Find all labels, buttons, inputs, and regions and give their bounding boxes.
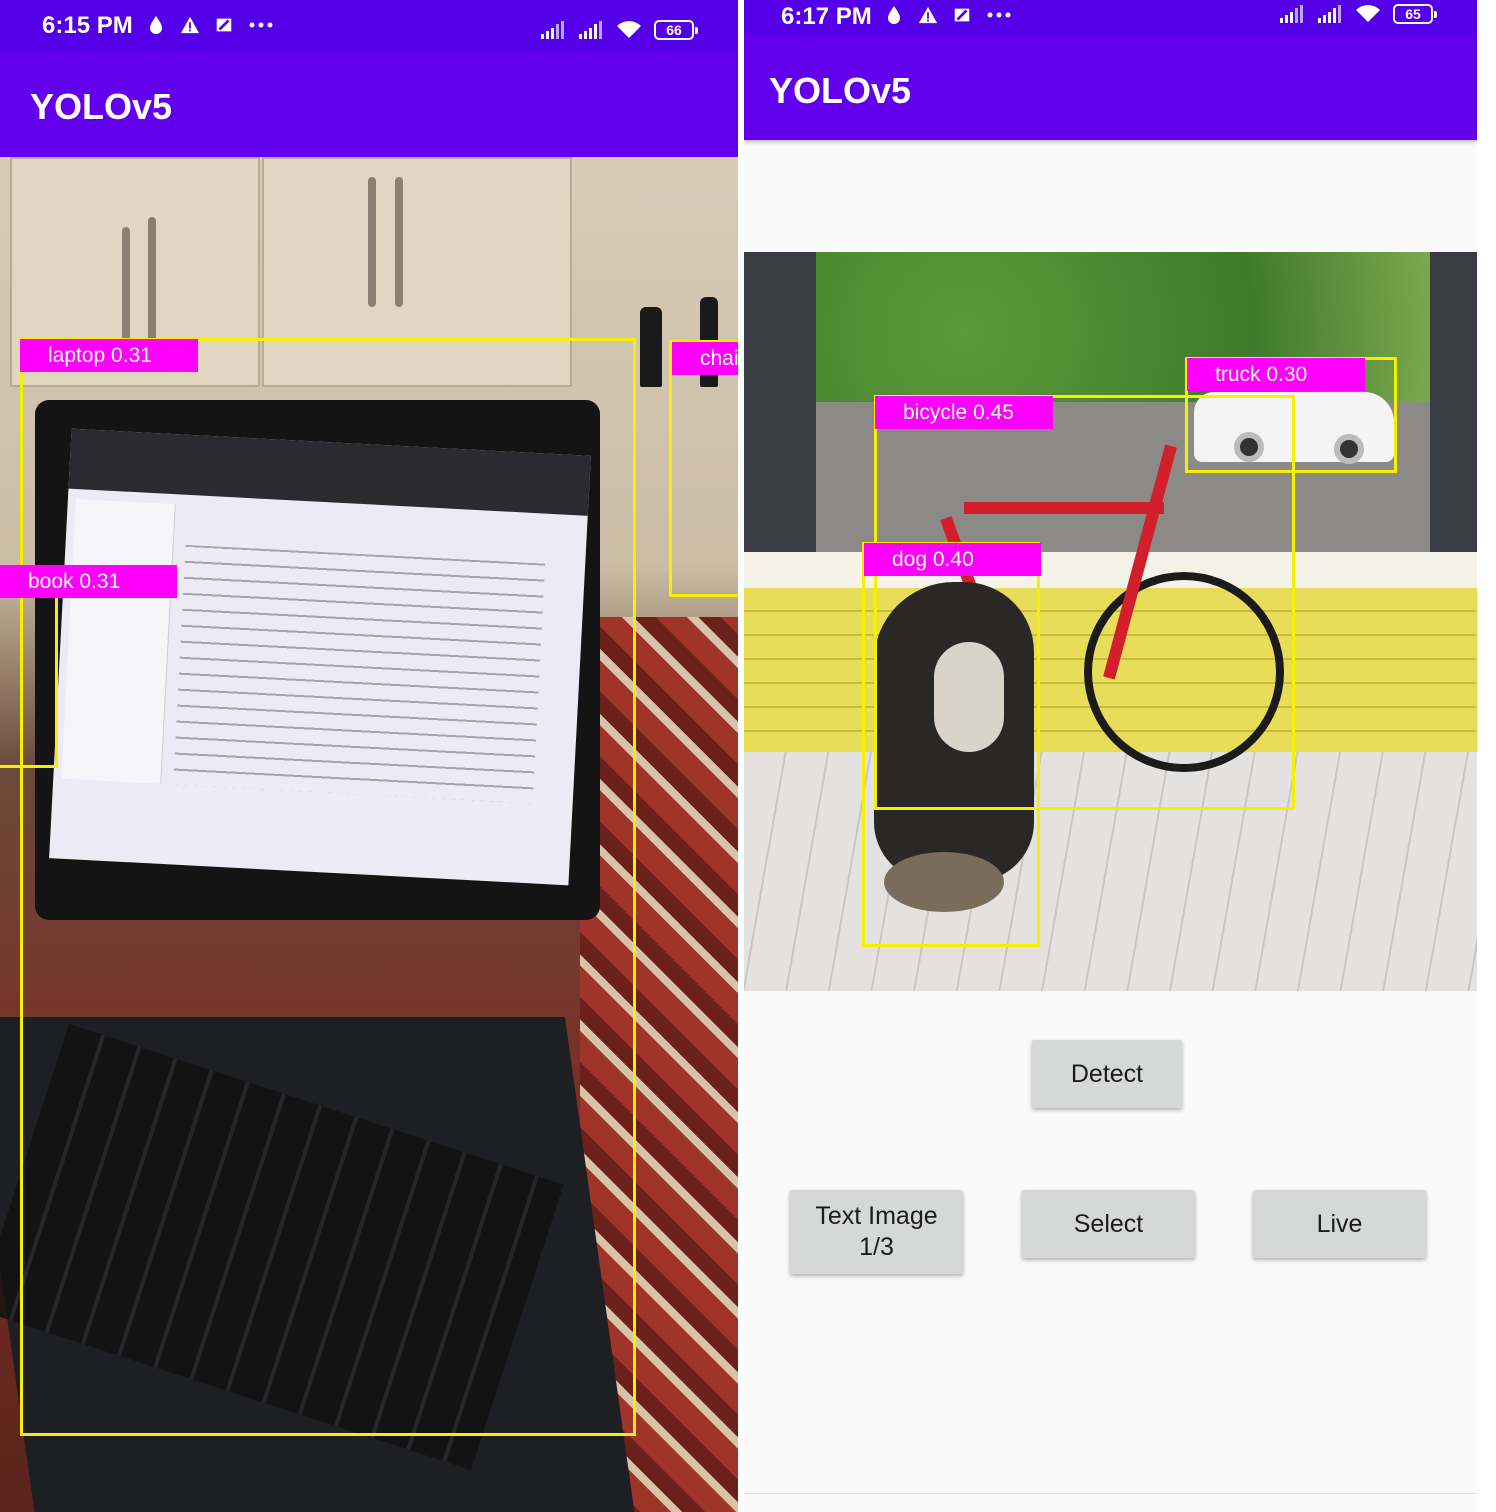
detection-box-laptop xyxy=(20,338,636,1436)
detection-label-chair: chai xyxy=(672,342,738,375)
left-phone-screen: 6:15 PM 66 YOLOv5 laptop 0.31 book 0.31 … xyxy=(0,0,738,1512)
wifi-icon xyxy=(617,21,641,38)
status-time: 6:15 PM xyxy=(42,12,133,39)
right-phone-screen: 6:17 PM 65 YOLOv5 bicycle 0.45 truck 0.3… xyxy=(744,0,1477,1512)
status-time: 6:17 PM xyxy=(781,3,872,30)
signal-icon xyxy=(541,21,564,39)
select-button[interactable]: Select xyxy=(1022,1190,1195,1258)
app-bar: YOLOv5 xyxy=(0,50,738,157)
warning-icon xyxy=(180,16,200,34)
app-title: YOLOv5 xyxy=(769,70,912,111)
battery-icon: 65 xyxy=(1393,4,1437,24)
status-bar: 6:17 PM 65 xyxy=(744,0,1477,34)
detection-label-truck: truck 0.30 xyxy=(1187,358,1365,391)
signal-icon xyxy=(579,21,602,39)
status-notification-icons xyxy=(146,14,274,36)
status-system-icons: 65 xyxy=(1279,4,1437,24)
warning-icon xyxy=(918,6,938,24)
app-bar: YOLOv5 xyxy=(744,34,1477,140)
test-image-button[interactable]: Text Image 1/3 xyxy=(790,1190,963,1274)
wifi-icon xyxy=(1356,5,1380,22)
card-icon xyxy=(954,8,970,22)
battery-icon: 66 xyxy=(654,20,698,40)
test-image-label: Text Image xyxy=(815,1202,938,1230)
status-system-icons: 66 xyxy=(540,20,698,40)
app-title: YOLOv5 xyxy=(30,86,173,127)
live-button[interactable]: Live xyxy=(1253,1190,1426,1258)
more-dots-icon xyxy=(249,22,273,28)
cabinet-handle xyxy=(148,217,156,347)
more-dots-icon xyxy=(987,12,1011,18)
status-bar: 6:15 PM 66 xyxy=(0,0,738,50)
divider xyxy=(744,1493,1477,1494)
bottle xyxy=(640,307,662,387)
drop-icon xyxy=(888,6,900,24)
detection-box-dog xyxy=(862,542,1040,947)
detect-button[interactable]: Detect xyxy=(1032,1040,1182,1108)
status-notification-icons xyxy=(884,4,1012,26)
detection-label-laptop: laptop 0.31 xyxy=(20,339,198,372)
porch-post xyxy=(744,252,816,562)
cabinet-handle xyxy=(395,177,403,307)
detection-label-dog: dog 0.40 xyxy=(864,543,1041,576)
signal-icon xyxy=(1280,5,1303,23)
drop-icon xyxy=(150,16,162,34)
card-icon xyxy=(216,18,232,32)
cabinet-handle xyxy=(368,177,376,307)
test-image-counter: 1/3 xyxy=(859,1233,894,1261)
detection-box-chair xyxy=(669,340,738,597)
porch-post xyxy=(1430,252,1477,572)
detection-label-book: book 0.31 xyxy=(0,565,177,598)
detection-label-bicycle: bicycle 0.45 xyxy=(875,396,1053,429)
signal-icon xyxy=(1318,5,1341,23)
